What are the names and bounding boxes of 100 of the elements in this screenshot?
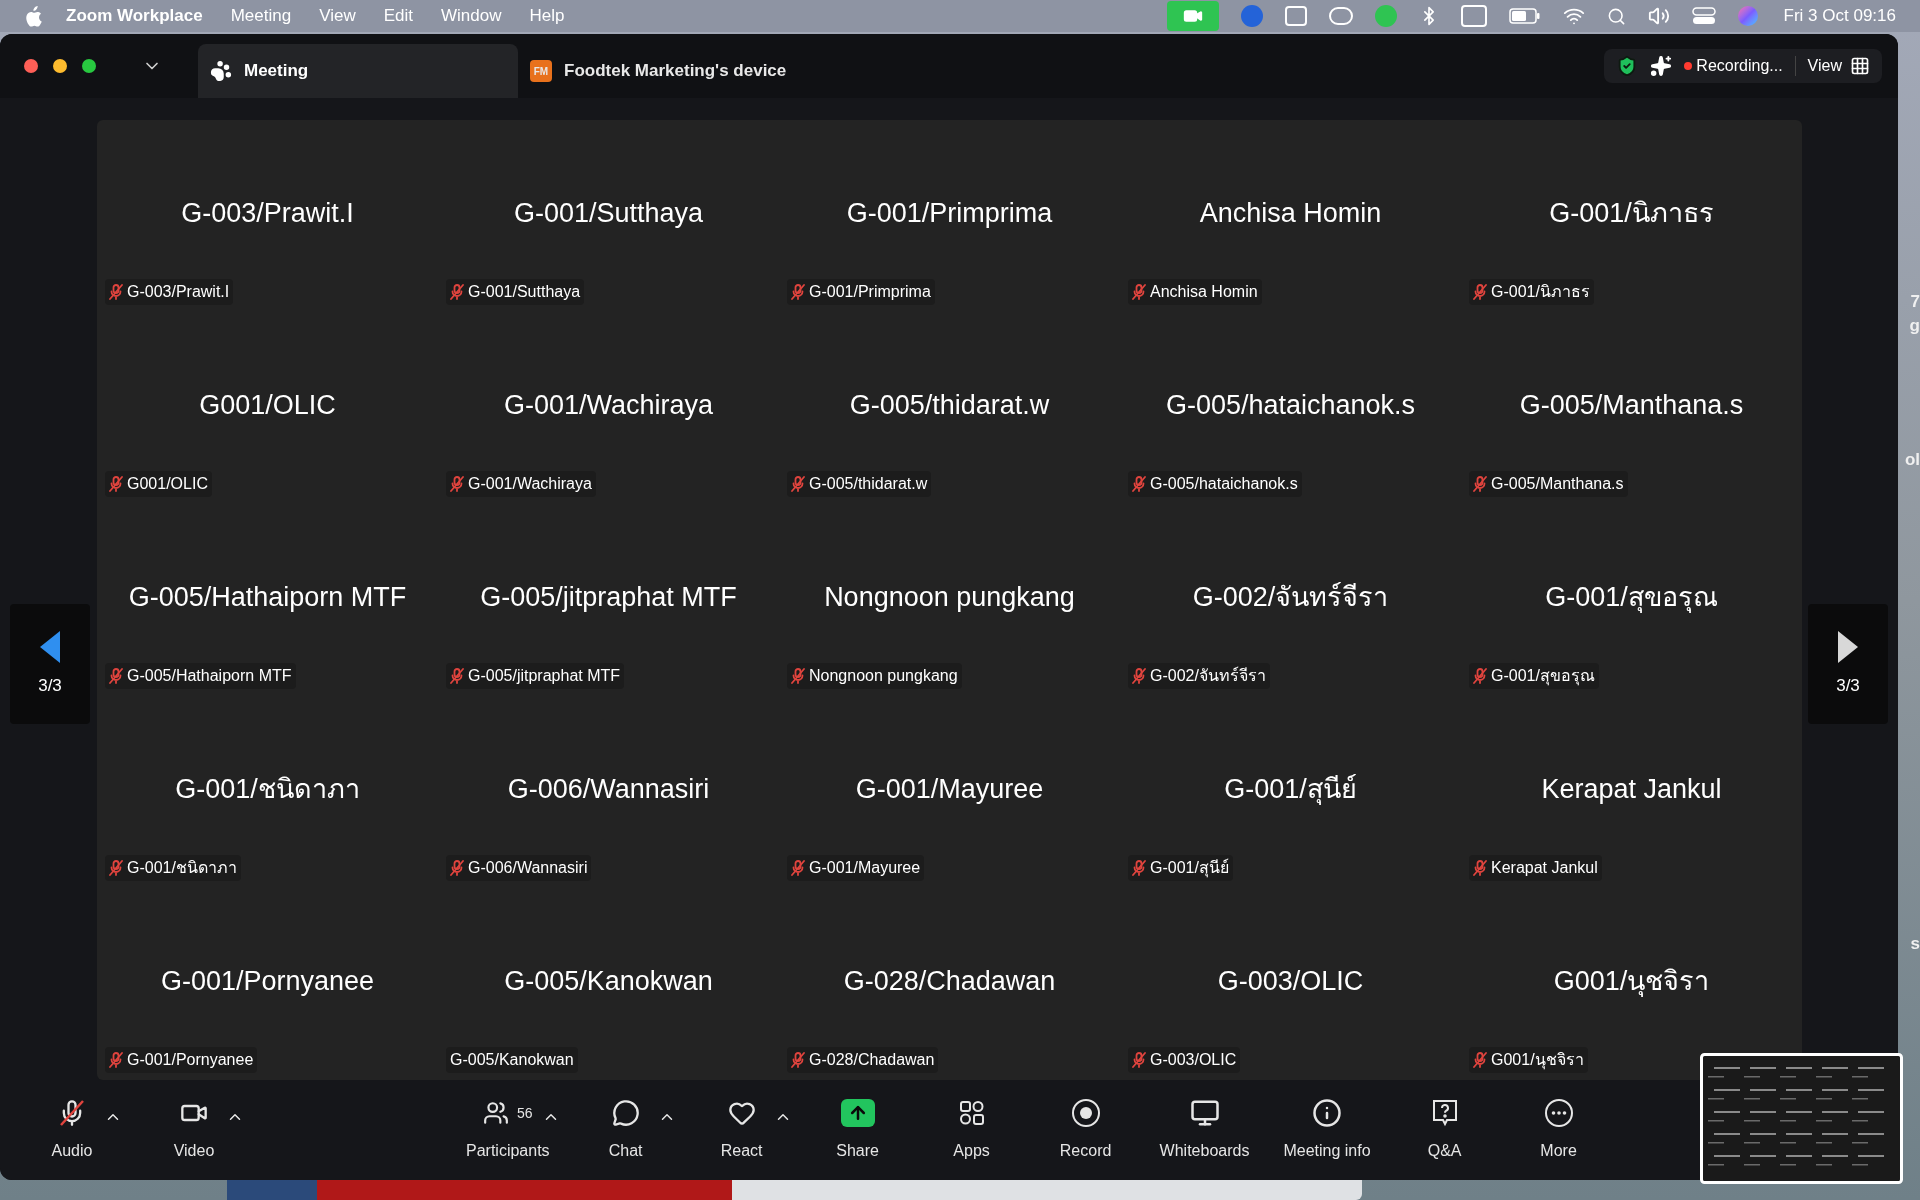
participant-name: G-006/Wannasiri: [507, 772, 710, 806]
participant-label: G-001/Wachiraya: [446, 471, 596, 497]
participant-label: G-006/Wannasiri: [446, 855, 592, 881]
participant-count: 56: [517, 1103, 533, 1123]
participant-label: G-005/Manthana.s: [1469, 471, 1628, 497]
desktop-edge-text: ol: [1904, 449, 1920, 471]
participant-name: G-001/ชนิดาภา: [175, 772, 360, 806]
previous-page-button[interactable]: 3/3: [10, 604, 90, 724]
muted-mic-icon: [450, 284, 464, 300]
participant-label: Nongnoon pungkang: [787, 663, 962, 689]
tab-label: Meeting: [244, 60, 309, 83]
sparkle-icon[interactable]: [1650, 55, 1673, 77]
participant-label: G-005/Hathaiporn MTF: [105, 663, 296, 689]
participant-name: G-003/Prawit.I: [181, 196, 354, 230]
left-triangle-icon: [38, 629, 62, 666]
muted-mic-icon: [791, 1052, 805, 1068]
apps-icon: [957, 1099, 986, 1127]
desktop-edge-text: 7: [1910, 291, 1920, 313]
muted-mic-icon: [1132, 476, 1146, 492]
muted-mic-icon: [1473, 284, 1487, 300]
toolbar-button[interactable]: Apps: [923, 1090, 1020, 1170]
control-center-icon[interactable]: [1691, 7, 1716, 25]
right-triangle-icon: [1836, 629, 1860, 666]
grid-view-icon[interactable]: [1850, 56, 1870, 76]
search-icon[interactable]: [1606, 6, 1626, 26]
participant-name: G-028/Chadawan: [843, 964, 1056, 998]
participant-name: G001/OLIC: [199, 388, 336, 422]
participant-label: G-005/Kanokwan: [446, 1047, 578, 1073]
toolbar-button[interactable]: Chat: [577, 1090, 674, 1170]
toolbar-button[interactable]: Q&A: [1396, 1090, 1493, 1170]
muted-mic-icon: [109, 668, 123, 684]
toolbar-button[interactable]: 56 Participants: [458, 1090, 558, 1170]
participant-label: G-001/สุนีย์: [1128, 855, 1233, 881]
participant-name: G-005/thidarat.w: [849, 388, 1050, 422]
muted-mic-icon: [1132, 860, 1146, 876]
siri-icon[interactable]: [1737, 6, 1758, 26]
participant-name: G-005/hataichanok.s: [1165, 388, 1416, 422]
participant-name: G-005/Kanokwan: [504, 964, 713, 998]
toolbar-button[interactable]: Share: [809, 1090, 906, 1170]
heart-icon: [727, 1099, 756, 1127]
window-tab[interactable]: Meeting: [198, 44, 518, 98]
share-icon: [840, 1099, 875, 1127]
participant-label: G-003/Prawit.I: [105, 279, 234, 305]
toolbar-button[interactable]: Whiteboards: [1151, 1090, 1258, 1170]
participant-name: G-001/Wachiraya: [503, 388, 714, 422]
muted-mic-icon: [109, 860, 123, 876]
close-window-button[interactable]: [24, 59, 38, 73]
toolbar-button[interactable]: Record: [1037, 1090, 1134, 1170]
participant-name: G-002/จันทร์จีรา: [1192, 580, 1389, 614]
participant-name: Kerapat Jankul: [1541, 772, 1722, 806]
participant-name: G-001/สุขอรุณ: [1545, 580, 1718, 615]
muted-mic-icon: [791, 284, 805, 300]
meeting-thumbnail-drawing[interactable]: [1700, 1053, 1903, 1184]
participant-name: Anchisa Homin: [1199, 196, 1382, 230]
participant-label: G001/นุชจิรา: [1469, 1047, 1588, 1073]
maximize-window-button[interactable]: [82, 59, 96, 73]
participant-label: G-001/Pornyanee: [105, 1047, 258, 1073]
muted-mic-icon: [1132, 1052, 1146, 1068]
desktop-edge-text: g: [1909, 315, 1920, 337]
chat-icon: [611, 1099, 640, 1127]
participant-label: G-005/hataichanok.s: [1128, 471, 1302, 497]
muted-mic-icon: [1132, 284, 1146, 300]
toolbar-button[interactable]: Meeting info: [1275, 1090, 1379, 1170]
participant-label: G-001/สุขอรุณ: [1469, 663, 1599, 689]
participant-label: G-001/นิภาธร: [1469, 279, 1594, 305]
participant-label: G-001/Sutthaya: [446, 279, 585, 305]
toolbar-button[interactable]: Audio: [24, 1090, 120, 1170]
muted-mic-icon: [791, 860, 805, 876]
participant-label: G-028/Chadawan: [787, 1047, 939, 1073]
toolbar-button[interactable]: More: [1510, 1090, 1607, 1170]
muted-mic-icon: [109, 476, 123, 492]
participant-name: G-001/สุนีย์: [1224, 772, 1357, 807]
participant-name: G-001/Mayuree: [855, 772, 1044, 806]
muted-mic-icon: [109, 284, 123, 300]
participant-name: Nongnoon pungkang: [824, 580, 1075, 614]
apple-logo-icon[interactable]: [24, 5, 42, 27]
muted-mic-icon: [1473, 1052, 1487, 1068]
next-page-button[interactable]: 3/3: [1808, 604, 1888, 724]
toolbar-button[interactable]: React: [693, 1090, 790, 1170]
participant-label: G-001/Mayuree: [787, 855, 925, 881]
paw-icon: [210, 60, 232, 82]
minimize-window-button[interactable]: [53, 59, 67, 73]
window-tab[interactable]: FM Foodtek Marketing's device: [518, 44, 838, 98]
toolbar-button[interactable]: Video: [146, 1090, 242, 1170]
muted-mic-icon: [1132, 668, 1146, 684]
participant-label: Kerapat Jankul: [1469, 855, 1602, 881]
menu-bar-clock: Fri 3 Oct 09:16: [1783, 5, 1896, 28]
participant-label: G-001/ชนิดาภา: [105, 855, 241, 881]
volume-icon[interactable]: [1647, 5, 1670, 27]
participant-name: G-003/OLIC: [1217, 964, 1364, 998]
video-status-icon[interactable]: [1166, 1, 1219, 31]
view-button[interactable]: View: [1807, 54, 1842, 78]
participant-label: G001/OLIC: [105, 471, 212, 497]
muted-mic-icon: [109, 1052, 123, 1068]
recording-indicator[interactable]: Recording...: [1696, 54, 1783, 78]
participant-label: G-003/OLIC: [1128, 1047, 1241, 1073]
participant-label: G-001/Primprima: [787, 279, 935, 305]
battery-icon[interactable]: [1508, 8, 1541, 24]
tab-label: Foodtek Marketing's device: [564, 60, 787, 83]
participant-label: G-002/จันทร์จีรา: [1128, 663, 1270, 689]
